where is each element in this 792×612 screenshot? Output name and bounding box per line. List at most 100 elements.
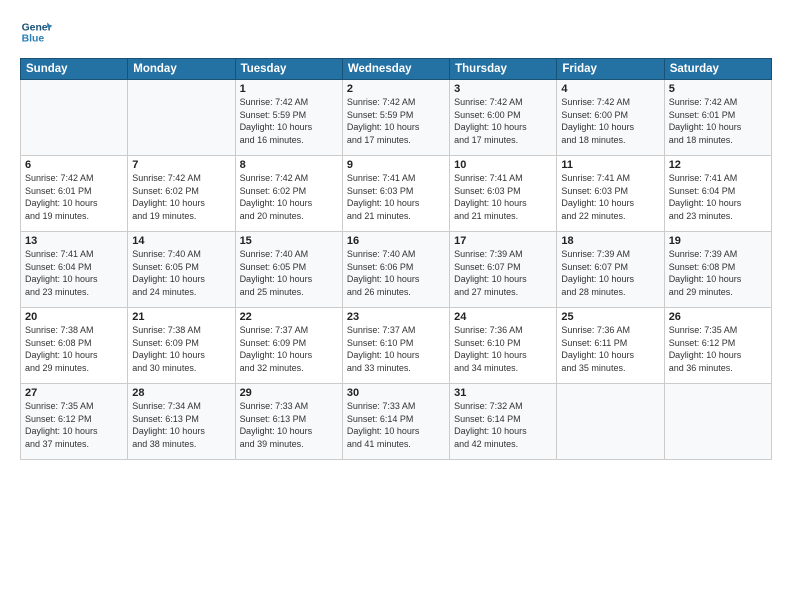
calendar-cell: 12Sunrise: 7:41 AM Sunset: 6:04 PM Dayli… <box>664 156 771 232</box>
day-number: 18 <box>561 235 659 247</box>
day-number: 16 <box>347 235 445 247</box>
day-detail: Sunrise: 7:42 AM Sunset: 6:00 PM Dayligh… <box>454 96 552 146</box>
day-number: 1 <box>240 83 338 95</box>
calendar-cell: 5Sunrise: 7:42 AM Sunset: 6:01 PM Daylig… <box>664 80 771 156</box>
day-detail: Sunrise: 7:35 AM Sunset: 6:12 PM Dayligh… <box>669 324 767 374</box>
day-number: 24 <box>454 311 552 323</box>
day-number: 11 <box>561 159 659 171</box>
day-number: 28 <box>132 387 230 399</box>
day-number: 14 <box>132 235 230 247</box>
calendar-table: SundayMondayTuesdayWednesdayThursdayFrid… <box>20 58 772 460</box>
weekday-friday: Friday <box>557 59 664 80</box>
day-detail: Sunrise: 7:42 AM Sunset: 5:59 PM Dayligh… <box>347 96 445 146</box>
page: General Blue SundayMondayTuesdayWednesda… <box>0 0 792 612</box>
calendar-cell <box>664 384 771 460</box>
week-row-1: 1Sunrise: 7:42 AM Sunset: 5:59 PM Daylig… <box>21 80 772 156</box>
day-detail: Sunrise: 7:42 AM Sunset: 6:02 PM Dayligh… <box>240 172 338 222</box>
calendar-cell: 27Sunrise: 7:35 AM Sunset: 6:12 PM Dayli… <box>21 384 128 460</box>
day-number: 19 <box>669 235 767 247</box>
day-detail: Sunrise: 7:41 AM Sunset: 6:03 PM Dayligh… <box>347 172 445 222</box>
day-number: 25 <box>561 311 659 323</box>
week-row-5: 27Sunrise: 7:35 AM Sunset: 6:12 PM Dayli… <box>21 384 772 460</box>
day-detail: Sunrise: 7:40 AM Sunset: 6:05 PM Dayligh… <box>240 248 338 298</box>
calendar-cell: 19Sunrise: 7:39 AM Sunset: 6:08 PM Dayli… <box>664 232 771 308</box>
day-number: 13 <box>25 235 123 247</box>
calendar-cell: 1Sunrise: 7:42 AM Sunset: 5:59 PM Daylig… <box>235 80 342 156</box>
day-number: 5 <box>669 83 767 95</box>
day-detail: Sunrise: 7:42 AM Sunset: 6:00 PM Dayligh… <box>561 96 659 146</box>
weekday-saturday: Saturday <box>664 59 771 80</box>
day-number: 2 <box>347 83 445 95</box>
calendar-cell: 28Sunrise: 7:34 AM Sunset: 6:13 PM Dayli… <box>128 384 235 460</box>
weekday-monday: Monday <box>128 59 235 80</box>
calendar-cell: 18Sunrise: 7:39 AM Sunset: 6:07 PM Dayli… <box>557 232 664 308</box>
day-number: 9 <box>347 159 445 171</box>
day-detail: Sunrise: 7:33 AM Sunset: 6:14 PM Dayligh… <box>347 400 445 450</box>
day-detail: Sunrise: 7:42 AM Sunset: 5:59 PM Dayligh… <box>240 96 338 146</box>
day-detail: Sunrise: 7:40 AM Sunset: 6:05 PM Dayligh… <box>132 248 230 298</box>
calendar-cell: 9Sunrise: 7:41 AM Sunset: 6:03 PM Daylig… <box>342 156 449 232</box>
calendar-cell <box>21 80 128 156</box>
calendar-cell: 10Sunrise: 7:41 AM Sunset: 6:03 PM Dayli… <box>450 156 557 232</box>
calendar-cell: 26Sunrise: 7:35 AM Sunset: 6:12 PM Dayli… <box>664 308 771 384</box>
day-detail: Sunrise: 7:39 AM Sunset: 6:07 PM Dayligh… <box>561 248 659 298</box>
calendar-cell: 30Sunrise: 7:33 AM Sunset: 6:14 PM Dayli… <box>342 384 449 460</box>
calendar-cell: 21Sunrise: 7:38 AM Sunset: 6:09 PM Dayli… <box>128 308 235 384</box>
day-detail: Sunrise: 7:36 AM Sunset: 6:11 PM Dayligh… <box>561 324 659 374</box>
logo: General Blue <box>20 16 56 48</box>
weekday-header-row: SundayMondayTuesdayWednesdayThursdayFrid… <box>21 59 772 80</box>
day-detail: Sunrise: 7:35 AM Sunset: 6:12 PM Dayligh… <box>25 400 123 450</box>
day-detail: Sunrise: 7:41 AM Sunset: 6:04 PM Dayligh… <box>25 248 123 298</box>
day-number: 29 <box>240 387 338 399</box>
day-detail: Sunrise: 7:37 AM Sunset: 6:10 PM Dayligh… <box>347 324 445 374</box>
calendar-cell: 2Sunrise: 7:42 AM Sunset: 5:59 PM Daylig… <box>342 80 449 156</box>
calendar-cell: 6Sunrise: 7:42 AM Sunset: 6:01 PM Daylig… <box>21 156 128 232</box>
day-number: 10 <box>454 159 552 171</box>
day-number: 21 <box>132 311 230 323</box>
day-number: 26 <box>669 311 767 323</box>
calendar-cell: 25Sunrise: 7:36 AM Sunset: 6:11 PM Dayli… <box>557 308 664 384</box>
day-number: 31 <box>454 387 552 399</box>
calendar-cell: 3Sunrise: 7:42 AM Sunset: 6:00 PM Daylig… <box>450 80 557 156</box>
calendar-cell <box>557 384 664 460</box>
day-number: 3 <box>454 83 552 95</box>
calendar-cell: 15Sunrise: 7:40 AM Sunset: 6:05 PM Dayli… <box>235 232 342 308</box>
calendar-cell: 29Sunrise: 7:33 AM Sunset: 6:13 PM Dayli… <box>235 384 342 460</box>
calendar-cell: 7Sunrise: 7:42 AM Sunset: 6:02 PM Daylig… <box>128 156 235 232</box>
day-number: 7 <box>132 159 230 171</box>
day-detail: Sunrise: 7:39 AM Sunset: 6:07 PM Dayligh… <box>454 248 552 298</box>
calendar-cell: 11Sunrise: 7:41 AM Sunset: 6:03 PM Dayli… <box>557 156 664 232</box>
calendar-cell: 14Sunrise: 7:40 AM Sunset: 6:05 PM Dayli… <box>128 232 235 308</box>
day-detail: Sunrise: 7:34 AM Sunset: 6:13 PM Dayligh… <box>132 400 230 450</box>
day-detail: Sunrise: 7:41 AM Sunset: 6:03 PM Dayligh… <box>454 172 552 222</box>
day-detail: Sunrise: 7:40 AM Sunset: 6:06 PM Dayligh… <box>347 248 445 298</box>
calendar-cell: 17Sunrise: 7:39 AM Sunset: 6:07 PM Dayli… <box>450 232 557 308</box>
day-detail: Sunrise: 7:36 AM Sunset: 6:10 PM Dayligh… <box>454 324 552 374</box>
weekday-thursday: Thursday <box>450 59 557 80</box>
day-number: 23 <box>347 311 445 323</box>
week-row-4: 20Sunrise: 7:38 AM Sunset: 6:08 PM Dayli… <box>21 308 772 384</box>
day-detail: Sunrise: 7:39 AM Sunset: 6:08 PM Dayligh… <box>669 248 767 298</box>
calendar-cell: 8Sunrise: 7:42 AM Sunset: 6:02 PM Daylig… <box>235 156 342 232</box>
day-number: 15 <box>240 235 338 247</box>
day-detail: Sunrise: 7:42 AM Sunset: 6:01 PM Dayligh… <box>25 172 123 222</box>
week-row-2: 6Sunrise: 7:42 AM Sunset: 6:01 PM Daylig… <box>21 156 772 232</box>
calendar-cell: 31Sunrise: 7:32 AM Sunset: 6:14 PM Dayli… <box>450 384 557 460</box>
calendar-cell: 23Sunrise: 7:37 AM Sunset: 6:10 PM Dayli… <box>342 308 449 384</box>
day-number: 12 <box>669 159 767 171</box>
day-detail: Sunrise: 7:38 AM Sunset: 6:09 PM Dayligh… <box>132 324 230 374</box>
day-detail: Sunrise: 7:41 AM Sunset: 6:03 PM Dayligh… <box>561 172 659 222</box>
weekday-tuesday: Tuesday <box>235 59 342 80</box>
day-detail: Sunrise: 7:42 AM Sunset: 6:02 PM Dayligh… <box>132 172 230 222</box>
header: General Blue <box>20 16 772 48</box>
calendar-cell: 13Sunrise: 7:41 AM Sunset: 6:04 PM Dayli… <box>21 232 128 308</box>
calendar-cell <box>128 80 235 156</box>
day-number: 8 <box>240 159 338 171</box>
day-number: 17 <box>454 235 552 247</box>
svg-text:Blue: Blue <box>22 34 45 45</box>
day-detail: Sunrise: 7:33 AM Sunset: 6:13 PM Dayligh… <box>240 400 338 450</box>
day-detail: Sunrise: 7:37 AM Sunset: 6:09 PM Dayligh… <box>240 324 338 374</box>
calendar-cell: 22Sunrise: 7:37 AM Sunset: 6:09 PM Dayli… <box>235 308 342 384</box>
day-number: 6 <box>25 159 123 171</box>
day-number: 20 <box>25 311 123 323</box>
